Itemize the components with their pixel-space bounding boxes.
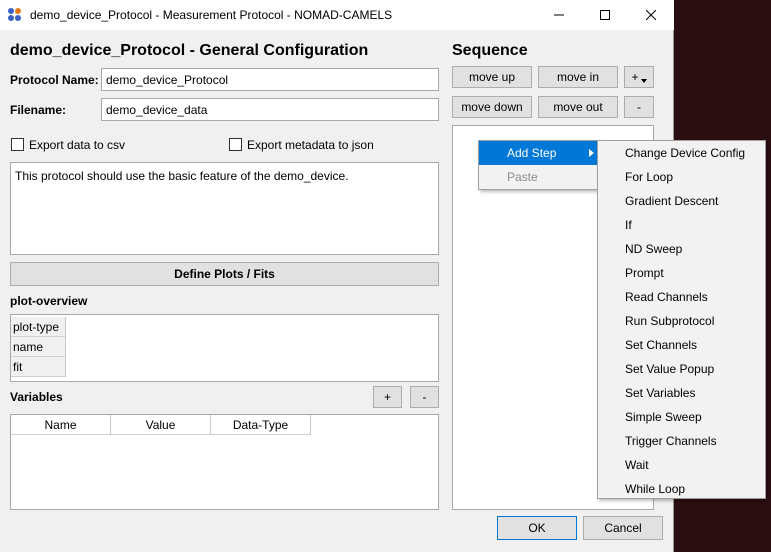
submenu-item-set-value-popup[interactable]: Set Value Popup	[598, 357, 765, 381]
menu-item-paste[interactable]: Paste	[479, 165, 598, 189]
export-csv-checkbox[interactable]	[11, 138, 24, 151]
submenu-item-run-subprotocol[interactable]: Run Subprotocol	[598, 309, 765, 333]
submenu-item-change-device-config[interactable]: Change Device Config	[598, 141, 765, 165]
add-step-button[interactable]: +	[624, 66, 654, 88]
add-variable-button[interactable]: +	[373, 386, 402, 408]
variables-column-header[interactable]: Name	[11, 415, 111, 435]
submenu-item-read-channels[interactable]: Read Channels	[598, 285, 765, 309]
cancel-button[interactable]: Cancel	[583, 516, 663, 540]
remove-step-button[interactable]: -	[624, 96, 654, 118]
protocol-name-label: Protocol Name:	[10, 73, 99, 87]
export-json-checkbox[interactable]	[229, 138, 242, 151]
close-button[interactable]	[628, 0, 674, 30]
close-icon	[646, 10, 656, 20]
submenu-item-for-loop[interactable]: For Loop	[598, 165, 765, 189]
menu-item-label: Add Step	[507, 146, 557, 160]
submenu-item-prompt[interactable]: Prompt	[598, 261, 765, 285]
plot-overview-label: plot-overview	[10, 294, 88, 308]
move-down-button[interactable]: move down	[452, 96, 532, 118]
submenu-item-set-variables[interactable]: Set Variables	[598, 381, 765, 405]
submenu-item-if[interactable]: If	[598, 213, 765, 237]
add-step-submenu: Change Device Config For Loop Gradient D…	[597, 140, 766, 499]
menu-item-add-step[interactable]: Add Step	[479, 141, 598, 165]
submenu-item-set-channels[interactable]: Set Channels	[598, 333, 765, 357]
protocol-window: demo_device_Protocol - Measurement Proto…	[0, 0, 674, 552]
submenu-item-trigger-channels[interactable]: Trigger Channels	[598, 429, 765, 453]
submenu-item-gradient-descent[interactable]: Gradient Descent	[598, 189, 765, 213]
submenu-item-simple-sweep[interactable]: Simple Sweep	[598, 405, 765, 429]
add-step-label: +	[631, 70, 639, 84]
submenu-arrow-icon	[589, 149, 594, 157]
protocol-name-input[interactable]: demo_device_Protocol	[101, 68, 439, 91]
plot-row-header: plot-type	[11, 317, 66, 337]
dropdown-arrow-icon	[640, 79, 647, 83]
filename-label: Filename:	[10, 103, 67, 117]
submenu-item-while-loop[interactable]: While Loop	[598, 477, 765, 501]
maximize-icon	[600, 10, 610, 20]
move-in-button[interactable]: move in	[538, 66, 618, 88]
description-textarea[interactable]: This protocol should use the basic featu…	[10, 162, 439, 255]
remove-variable-button[interactable]: -	[410, 386, 439, 408]
variables-column-header[interactable]: Value	[111, 415, 211, 435]
plot-row-header: fit	[11, 357, 66, 377]
export-csv-label: Export data to csv	[29, 138, 126, 152]
move-up-button[interactable]: move up	[452, 66, 532, 88]
submenu-item-nd-sweep[interactable]: ND Sweep	[598, 237, 765, 261]
export-json-label: Export metadata to json	[247, 138, 374, 152]
sequence-heading: Sequence	[452, 42, 528, 59]
nomad-camels-app-icon	[8, 8, 21, 21]
define-plots-button[interactable]: Define Plots / Fits	[10, 262, 439, 286]
minimize-icon	[554, 14, 564, 16]
variables-label: Variables	[10, 390, 63, 404]
config-heading: demo_device_Protocol - General Configura…	[10, 42, 369, 59]
window-title: demo_device_Protocol - Measurement Proto…	[30, 8, 393, 22]
move-out-button[interactable]: move out	[538, 96, 618, 118]
variables-column-header[interactable]: Data-Type	[211, 415, 311, 435]
context-menu: Add Step Paste	[478, 140, 599, 190]
plot-row-header: name	[11, 337, 66, 357]
submenu-item-wait[interactable]: Wait	[598, 453, 765, 477]
minimize-button[interactable]	[536, 0, 582, 30]
ok-button[interactable]: OK	[497, 516, 577, 540]
maximize-button[interactable]	[582, 0, 628, 30]
variables-table[interactable]: Name Value Data-Type	[10, 414, 439, 510]
plot-overview-table[interactable]: plot-type name fit	[10, 314, 439, 382]
title-bar[interactable]: demo_device_Protocol - Measurement Proto…	[0, 0, 674, 30]
filename-input[interactable]: demo_device_data	[101, 98, 439, 121]
